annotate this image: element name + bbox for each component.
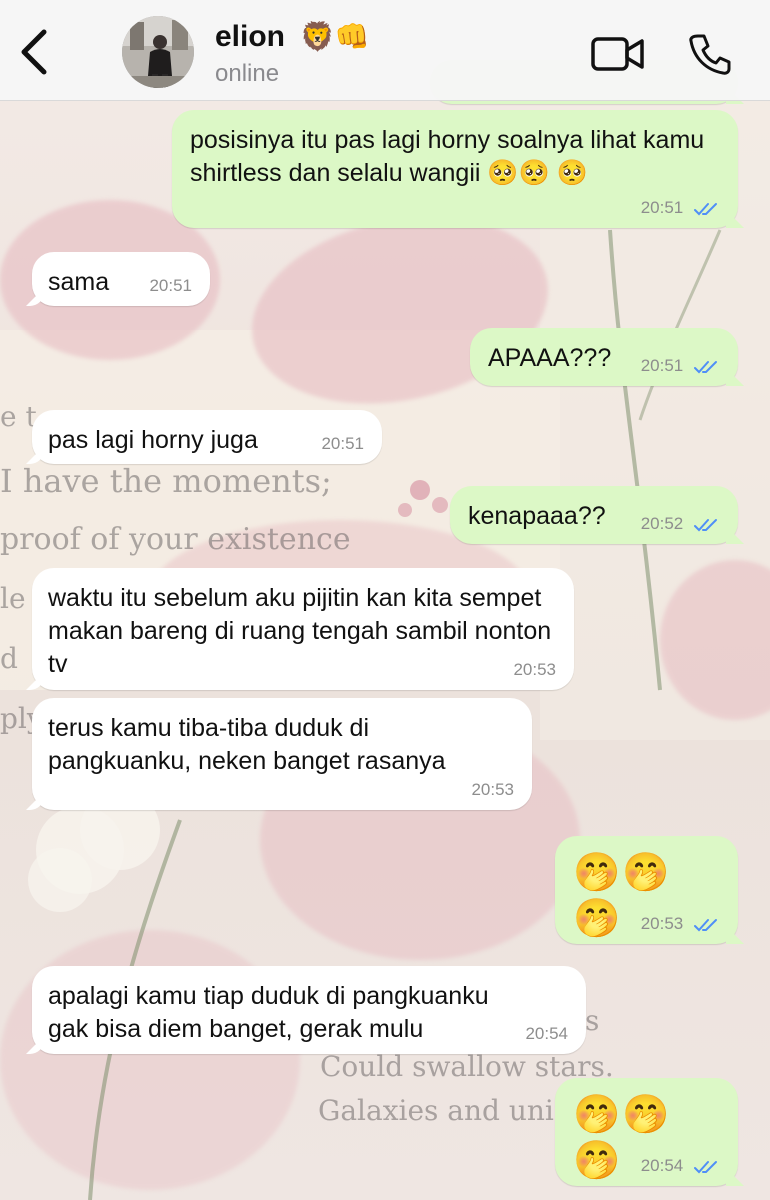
wallpaper-text: s (585, 1004, 600, 1037)
video-call-button[interactable] (590, 34, 646, 74)
wallpaper-text: d (0, 642, 18, 675)
chevron-left-icon (21, 29, 47, 75)
double-check-icon (694, 518, 717, 531)
message-time: 20:53 (640, 914, 684, 933)
message-time: 20:53 (471, 780, 514, 799)
double-check-icon (694, 1160, 717, 1173)
chat-header: elion 🦁👊 online (0, 0, 770, 101)
message-time: 20:52 (640, 514, 684, 533)
message-bubble-outgoing[interactable]: APAAA??? 20:51 (470, 328, 738, 386)
message-bubble-incoming[interactable]: pas lagi horny juga 20:51 (32, 410, 382, 464)
message-time: 20:51 (321, 434, 364, 453)
message-text: pas lagi horny juga (48, 426, 258, 454)
message-text: apalagi kamu tiap duduk di pangkuanku ga… (48, 982, 489, 1043)
message-time: 20:53 (513, 660, 556, 679)
video-camera-icon (591, 37, 644, 71)
message-meta: 20:52 (641, 514, 720, 534)
message-time: 20:54 (640, 1156, 684, 1175)
wallpaper-text: proof of your existence (0, 522, 351, 557)
wallpaper-text: Galaxies and uni (318, 1094, 554, 1127)
message-bubble-outgoing[interactable]: posisinya itu pas lagi horny soalnya lih… (172, 110, 738, 228)
message-bubble-outgoing[interactable]: 🤭🤭🤭 20:53 (555, 836, 738, 944)
contact-name-emoji: 🦁👊 (300, 21, 370, 52)
contact-status: online (215, 60, 280, 87)
double-check-icon (694, 918, 717, 931)
message-text: waktu itu sebelum aku pijitin kan kita s… (48, 584, 552, 678)
message-bubble-incoming[interactable]: waktu itu sebelum aku pijitin kan kita s… (32, 568, 574, 690)
message-meta: 20:51 (641, 356, 720, 376)
voice-call-button[interactable] (688, 32, 732, 76)
double-check-icon (694, 202, 717, 215)
wallpaper-text: le (0, 582, 26, 615)
avatar-photo (122, 16, 194, 88)
message-bubble-outgoing[interactable]: kenapaaa?? 20:52 (450, 486, 738, 544)
phone-icon (689, 34, 731, 75)
message-bubble-incoming[interactable]: apalagi kamu tiap duduk di pangkuanku ga… (32, 966, 586, 1054)
message-bubble-outgoing[interactable]: 🤭🤭🤭 20:54 (555, 1078, 738, 1186)
message-text: posisinya itu pas lagi horny soalnya lih… (190, 126, 705, 187)
wallpaper-text: I have the moments; (0, 462, 332, 500)
back-button[interactable] (14, 26, 54, 78)
message-time: 20:51 (149, 276, 192, 295)
message-time: 20:51 (640, 198, 684, 217)
contact-avatar[interactable] (122, 16, 194, 88)
message-bubble-incoming[interactable]: sama 20:51 (32, 252, 210, 306)
message-text: terus kamu tiba-tiba duduk di pangkuanku… (48, 714, 446, 775)
double-check-icon (694, 360, 717, 373)
message-time: 20:51 (640, 356, 684, 375)
message-time: 20:54 (525, 1024, 568, 1043)
message-meta: 20:53 (641, 914, 720, 934)
message-meta: 20:54 (641, 1156, 720, 1176)
message-meta: 20:51 (641, 198, 720, 218)
contact-name[interactable]: elion (215, 20, 285, 54)
message-bubble-incoming[interactable]: terus kamu tiba-tiba duduk di pangkuanku… (32, 698, 532, 810)
